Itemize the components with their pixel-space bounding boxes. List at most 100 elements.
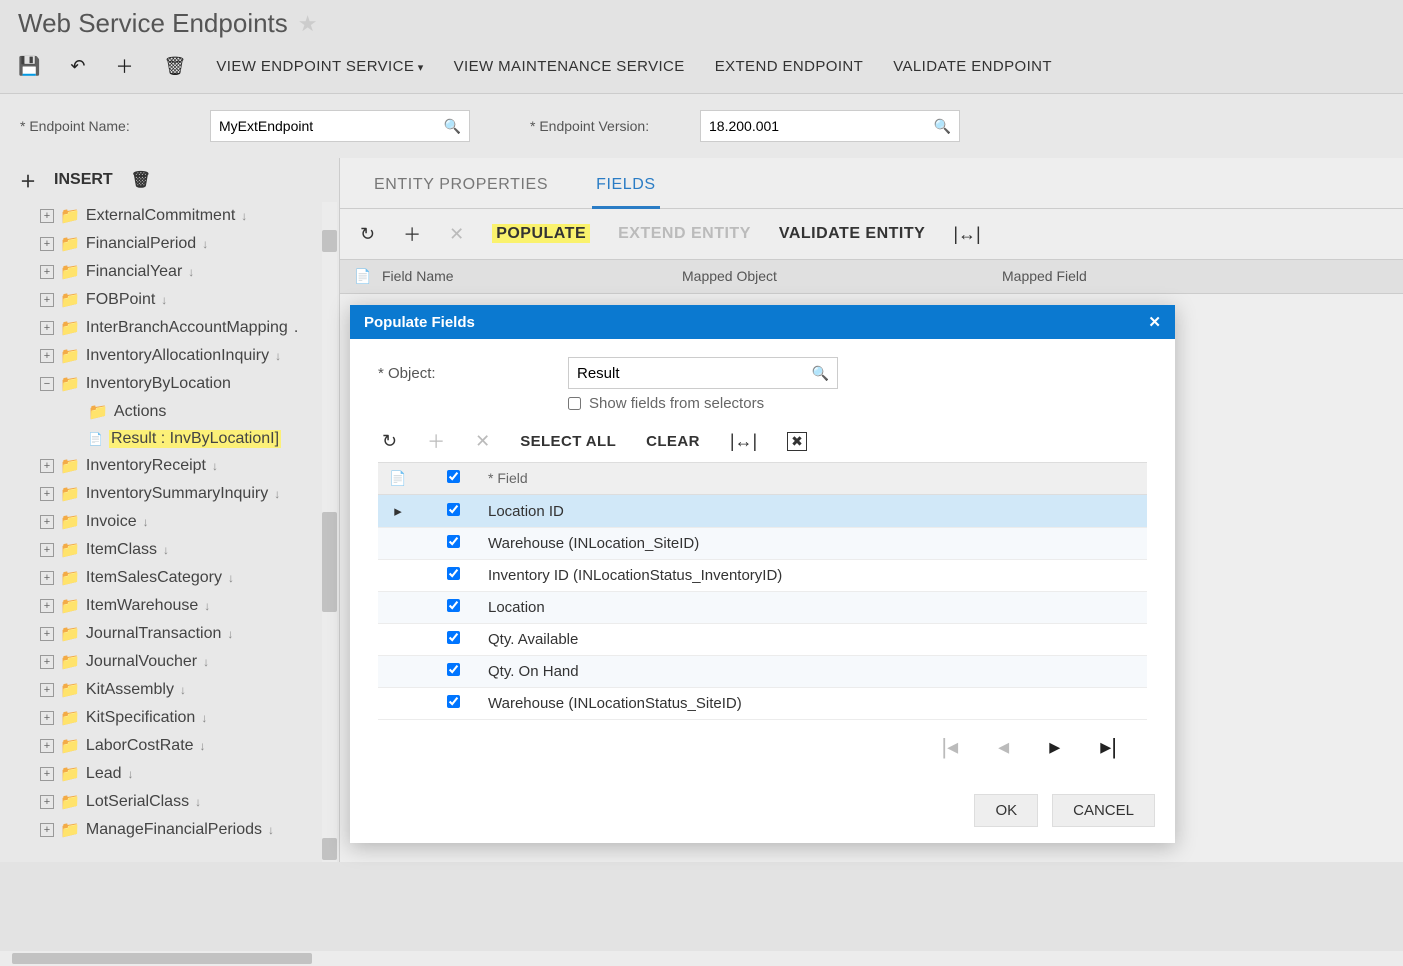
search-icon[interactable]: 🔍 — [934, 118, 951, 135]
endpoint-version-input[interactable] — [709, 118, 934, 134]
tree-node[interactable]: + 📁 ItemSalesCategory ↓ — [6, 564, 333, 592]
add-row-icon[interactable]: ＋ — [403, 221, 421, 247]
tree-node[interactable]: + 📁 InterBranchAccountMapping . — [6, 314, 333, 342]
view-endpoint-service-button[interactable]: VIEW ENDPOINT SERVICE — [216, 58, 423, 75]
delete-icon[interactable]: 🗑 — [164, 56, 187, 77]
check-all[interactable] — [447, 470, 460, 483]
field-row[interactable]: Warehouse (INLocation_SiteID) — [378, 528, 1147, 560]
tree-node[interactable]: + 📁 ItemWarehouse ↓ — [6, 592, 333, 620]
expander-icon[interactable]: + — [40, 293, 54, 307]
expander-icon[interactable]: + — [40, 459, 54, 473]
tree-child-node[interactable]: 📄 Result : InvByLocationI] — [6, 426, 333, 452]
plus-icon[interactable]: ＋ — [20, 168, 36, 192]
tree-node[interactable]: + 📁 FinancialPeriod ↓ — [6, 230, 333, 258]
col-field[interactable]: * Field — [488, 463, 1147, 494]
expander-icon[interactable]: − — [40, 377, 54, 391]
expander-icon[interactable]: + — [40, 767, 54, 781]
insert-button[interactable]: INSERT — [54, 171, 113, 189]
export-icon[interactable]: ✖ — [787, 432, 807, 451]
field-row[interactable]: Inventory ID (INLocationStatus_Inventory… — [378, 560, 1147, 592]
search-icon[interactable]: 🔍 — [812, 365, 829, 382]
show-fields-checkbox[interactable] — [568, 397, 581, 410]
row-checkbox[interactable] — [447, 663, 460, 676]
undo-icon[interactable]: ↶ — [70, 56, 85, 77]
populate-button[interactable]: POPULATE — [492, 225, 590, 243]
row-checkbox[interactable] — [447, 503, 460, 516]
col-mapped-field[interactable]: Mapped Field — [988, 260, 1403, 293]
tree-scrollbar[interactable] — [322, 202, 337, 862]
row-checkbox[interactable] — [447, 599, 460, 612]
add-icon[interactable]: ＋ — [116, 53, 134, 79]
cancel-button[interactable]: CANCEL — [1052, 794, 1155, 827]
tree-node[interactable]: + 📁 LotSerialClass ↓ — [6, 788, 333, 816]
fit-columns-icon[interactable]: |↔| — [953, 224, 980, 245]
object-field[interactable]: 🔍 — [568, 357, 838, 389]
field-row[interactable]: Warehouse (INLocationStatus_SiteID) — [378, 688, 1147, 720]
col-mapped-object[interactable]: Mapped Object — [668, 260, 988, 293]
tree-node[interactable]: + 📁 LaborCostRate ↓ — [6, 732, 333, 760]
save-icon[interactable]: 💾 — [18, 56, 40, 77]
expander-icon[interactable]: + — [40, 823, 54, 837]
tree-child-node[interactable]: 📁 Actions — [6, 398, 333, 426]
scroll-thumb[interactable] — [12, 953, 312, 964]
search-icon[interactable]: 🔍 — [444, 118, 461, 135]
expander-icon[interactable]: + — [40, 237, 54, 251]
scroll-down-arrow[interactable] — [322, 838, 337, 860]
tree-node[interactable]: + 📁 KitAssembly ↓ — [6, 676, 333, 704]
delete-icon[interactable]: 🗑 — [131, 170, 151, 190]
clear-button[interactable]: CLEAR — [646, 433, 700, 450]
grid-doc-icon[interactable]: 📄 — [340, 260, 368, 293]
expander-icon[interactable]: + — [40, 487, 54, 501]
expander-icon[interactable]: + — [40, 571, 54, 585]
tree-node[interactable]: + 📁 JournalTransaction ↓ — [6, 620, 333, 648]
tree-node[interactable]: + 📁 InventoryAllocationInquiry ↓ — [6, 342, 333, 370]
expander-icon[interactable]: + — [40, 683, 54, 697]
expander-icon[interactable]: + — [40, 515, 54, 529]
col-field-name[interactable]: Field Name — [368, 260, 668, 293]
select-all-button[interactable]: SELECT ALL — [520, 433, 616, 450]
horizontal-scrollbar[interactable] — [0, 951, 1403, 966]
tab-entity-properties[interactable]: ENTITY PROPERTIES — [370, 168, 552, 208]
validate-endpoint-button[interactable]: VALIDATE ENDPOINT — [893, 58, 1052, 75]
field-row[interactable]: ▸ Location ID — [378, 495, 1147, 528]
expander-icon[interactable]: + — [40, 543, 54, 557]
tree-node[interactable]: + 📁 JournalVoucher ↓ — [6, 648, 333, 676]
endpoint-name-input[interactable] — [219, 118, 444, 134]
view-maintenance-service-button[interactable]: VIEW MAINTENANCE SERVICE — [454, 58, 685, 75]
tree-node[interactable]: + 📁 ManageFinancialPeriods ↓ — [6, 816, 333, 844]
close-icon[interactable]: ✕ — [1148, 313, 1161, 331]
fit-columns-icon[interactable]: |↔| — [730, 431, 757, 452]
row-checkbox[interactable] — [447, 535, 460, 548]
tree-node[interactable]: + 📁 ItemClass ↓ — [6, 536, 333, 564]
favorite-star-icon[interactable]: ★ — [298, 11, 318, 37]
tree-node[interactable]: + 📁 Lead ↓ — [6, 760, 333, 788]
expander-icon[interactable]: + — [40, 655, 54, 669]
doc-icon[interactable]: 📄 — [378, 463, 418, 494]
expander-icon[interactable]: + — [40, 627, 54, 641]
row-checkbox[interactable] — [447, 631, 460, 644]
endpoint-name-field[interactable]: 🔍 — [210, 110, 470, 142]
tree-node[interactable]: + 📁 FOBPoint ↓ — [6, 286, 333, 314]
object-input[interactable] — [577, 365, 812, 382]
ok-button[interactable]: OK — [974, 794, 1038, 827]
scroll-up-arrow[interactable] — [322, 230, 337, 252]
page-last-icon[interactable]: ▸| — [1100, 734, 1117, 760]
tab-fields[interactable]: FIELDS — [592, 168, 660, 209]
field-row[interactable]: Location — [378, 592, 1147, 624]
validate-entity-button[interactable]: VALIDATE ENTITY — [779, 225, 925, 243]
expander-icon[interactable]: + — [40, 711, 54, 725]
field-row[interactable]: Qty. Available — [378, 624, 1147, 656]
tree-node[interactable]: + 📁 Invoice ↓ — [6, 508, 333, 536]
tree-node[interactable]: + 📁 KitSpecification ↓ — [6, 704, 333, 732]
scroll-thumb[interactable] — [322, 512, 337, 612]
page-next-icon[interactable]: ▸ — [1049, 734, 1060, 760]
expander-icon[interactable]: + — [40, 209, 54, 223]
expander-icon[interactable]: + — [40, 321, 54, 335]
entity-tree[interactable]: + 📁 ExternalCommitment ↓+ 📁 FinancialPer… — [0, 202, 339, 844]
endpoint-version-field[interactable]: 🔍 — [700, 110, 960, 142]
extend-endpoint-button[interactable]: EXTEND ENDPOINT — [715, 58, 864, 75]
expander-icon[interactable]: + — [40, 265, 54, 279]
tree-node[interactable]: − 📁 InventoryByLocation — [6, 370, 333, 398]
refresh-icon[interactable]: ↻ — [360, 224, 375, 245]
tree-node[interactable]: + 📁 InventorySummaryInquiry ↓ — [6, 480, 333, 508]
